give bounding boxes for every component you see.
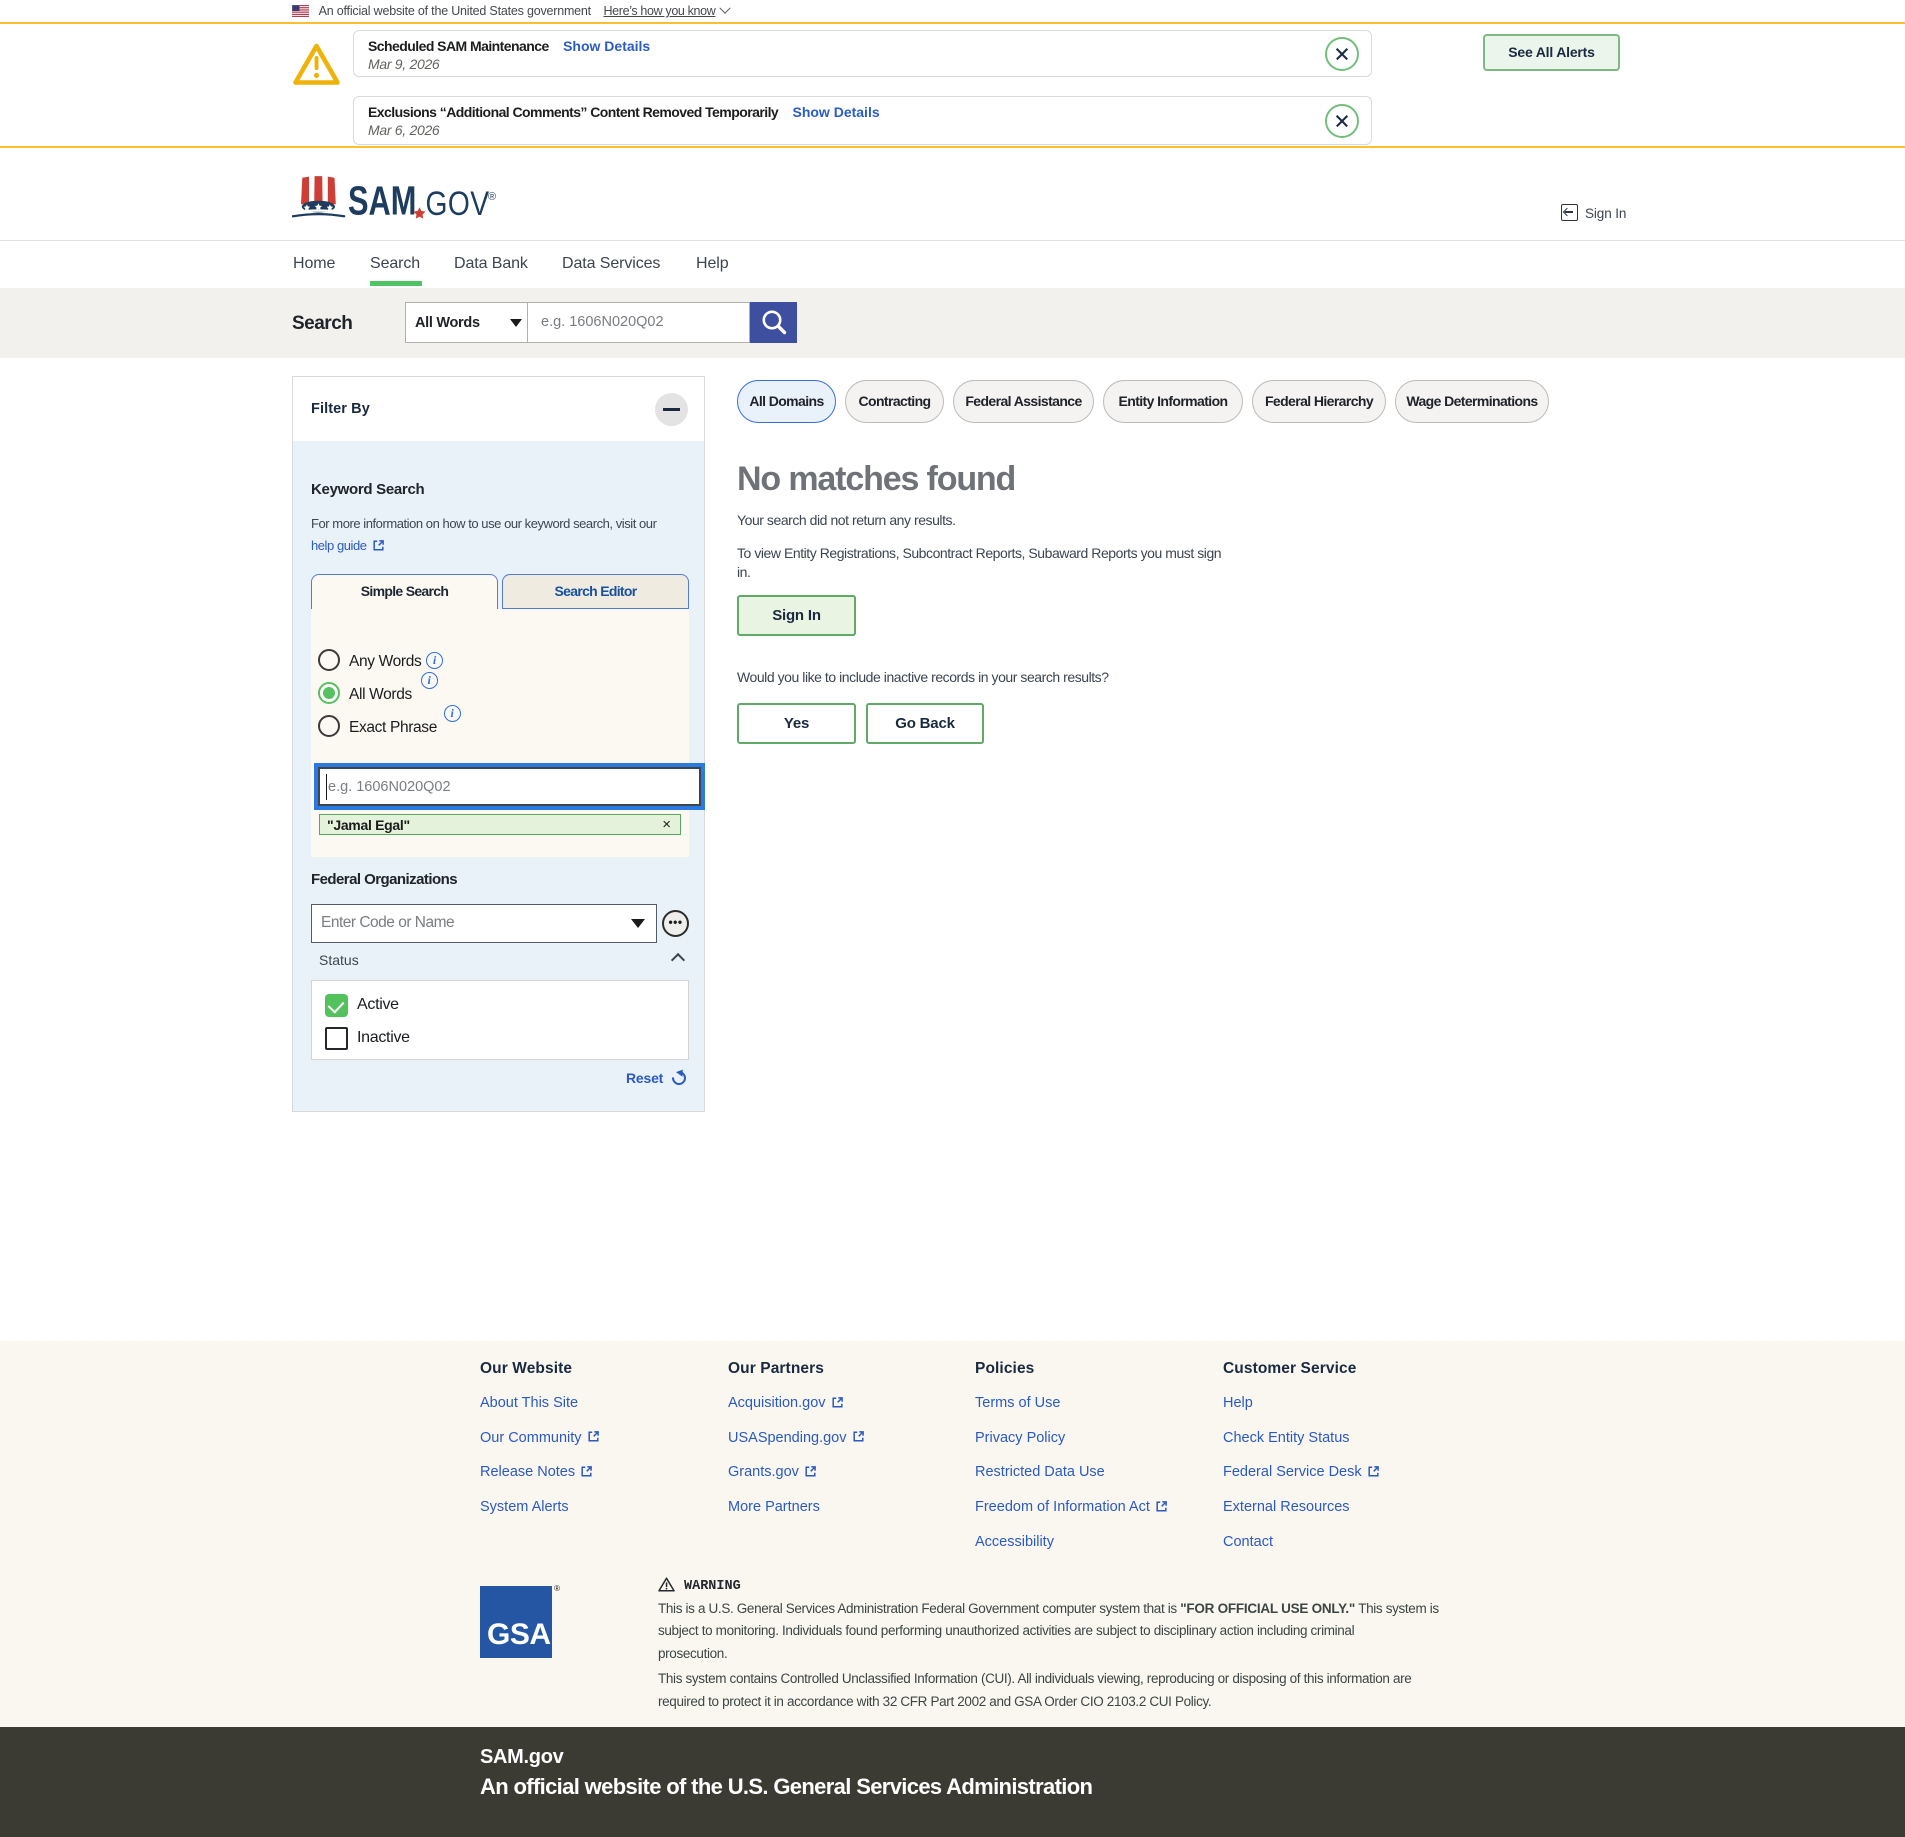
svg-text:SAM: SAM	[348, 178, 416, 224]
svg-text:®: ®	[488, 191, 496, 203]
svg-text:GOV: GOV	[426, 185, 490, 223]
